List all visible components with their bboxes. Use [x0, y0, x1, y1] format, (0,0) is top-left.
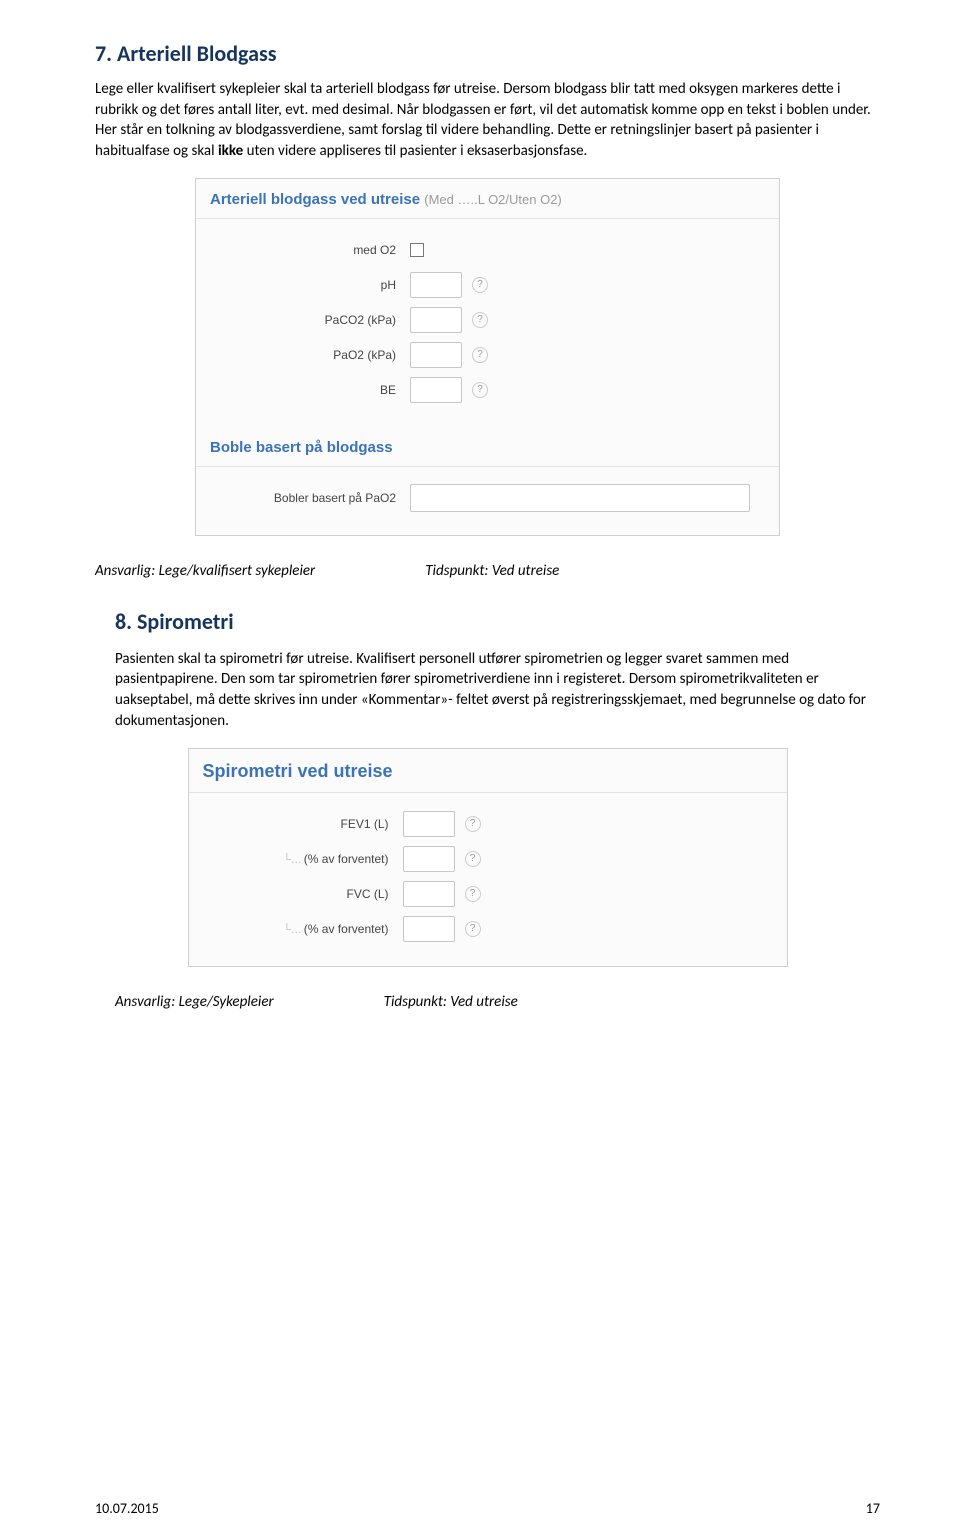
label-fvc: FVC (L): [203, 887, 403, 901]
section8-title: 8. Spirometri: [115, 608, 880, 635]
label-pao2: PaO2 (kPa): [210, 348, 410, 362]
help-icon[interactable]: ?: [472, 312, 488, 328]
spirometri-panel: Spirometri ved utreise FEV1 (L) ? └…(% a…: [188, 748, 788, 967]
row-fvc-pct: └…(% av forventet) ?: [203, 915, 773, 943]
row-be: BE ?: [210, 376, 765, 404]
row-fev1: FEV1 (L) ?: [203, 810, 773, 838]
row-med-o2: med O2: [210, 236, 765, 264]
row-fev1-pct: └…(% av forventet) ?: [203, 845, 773, 873]
blodgass-panel: Arteriell blodgass ved utreise (Med …..L…: [195, 178, 780, 536]
help-icon[interactable]: ?: [465, 886, 481, 902]
row-paco2: PaCO2 (kPa) ?: [210, 306, 765, 334]
label-fev1-pct-text: (% av forventet): [304, 852, 389, 866]
row-pao2: PaO2 (kPa) ?: [210, 341, 765, 369]
boble-subsection-title: Boble basert på blodgass: [196, 427, 779, 467]
page-footer: 10.07.2015 17: [95, 1500, 880, 1517]
row-ph: pH ?: [210, 271, 765, 299]
tree-glyph: └…: [283, 854, 302, 866]
blodgass-panel-title: Arteriell blodgass ved utreise (Med …..L…: [196, 179, 779, 219]
help-icon[interactable]: ?: [465, 816, 481, 832]
blodgass-panel-body: med O2 pH ? PaCO2 (kPa) ? PaO2 (kPa) ? B…: [196, 219, 779, 427]
spirometri-panel-body: FEV1 (L) ? └…(% av forventet) ? FVC (L) …: [189, 793, 787, 966]
input-fvc[interactable]: [403, 881, 455, 907]
input-bobler[interactable]: [410, 484, 750, 512]
para-text-c: uten videre appliseres til pasienter i e…: [243, 142, 587, 160]
section7-resp-row: Ansvarlig: Lege/kvalifisert sykepleier T…: [95, 562, 880, 580]
input-ph[interactable]: [410, 272, 462, 298]
input-fev1[interactable]: [403, 811, 455, 837]
section7-time: Tidspunkt: Ved utreise: [425, 562, 559, 580]
panel-title-main: Arteriell blodgass ved utreise: [210, 191, 420, 208]
row-bobler: Bobler basert på PaO2: [210, 484, 765, 512]
section8-resp-row: Ansvarlig: Lege/Sykepleier Tidspunkt: Ve…: [115, 993, 880, 1011]
help-icon[interactable]: ?: [472, 277, 488, 293]
help-icon[interactable]: ?: [465, 921, 481, 937]
label-fev1: FEV1 (L): [203, 817, 403, 831]
help-icon[interactable]: ?: [472, 382, 488, 398]
section8-resp: Ansvarlig: Lege/Sykepleier: [115, 993, 274, 1011]
input-fev1-pct[interactable]: [403, 846, 455, 872]
section7-title: 7. Arteriell Blodgass: [95, 40, 880, 67]
label-fev1-pct: └…(% av forventet): [203, 852, 403, 866]
footer-date: 10.07.2015: [95, 1500, 159, 1517]
section8-time: Tidspunkt: Ved utreise: [384, 993, 518, 1011]
input-paco2[interactable]: [410, 307, 462, 333]
input-be[interactable]: [410, 377, 462, 403]
section7-paragraph: Lege eller kvalifisert sykepleier skal t…: [95, 79, 880, 162]
input-fvc-pct[interactable]: [403, 916, 455, 942]
boble-panel-body: Bobler basert på PaO2: [196, 467, 779, 535]
section8-paragraph: Pasienten skal ta spirometri før utreise…: [115, 649, 880, 732]
input-pao2[interactable]: [410, 342, 462, 368]
help-icon[interactable]: ?: [472, 347, 488, 363]
label-bobler: Bobler basert på PaO2: [210, 491, 410, 505]
section7-resp: Ansvarlig: Lege/kvalifisert sykepleier: [95, 562, 315, 580]
panel-title-subtitle: (Med …..L O2/Uten O2): [424, 192, 562, 207]
label-fvc-pct: └…(% av forventet): [203, 922, 403, 936]
label-fvc-pct-text: (% av forventet): [304, 922, 389, 936]
checkbox-med-o2[interactable]: [410, 243, 424, 257]
footer-page-number: 17: [866, 1500, 880, 1517]
para-text-bold: ikke: [218, 142, 243, 160]
help-icon[interactable]: ?: [465, 851, 481, 867]
spirometri-panel-title: Spirometri ved utreise: [189, 749, 787, 793]
label-paco2: PaCO2 (kPa): [210, 313, 410, 327]
label-be: BE: [210, 383, 410, 397]
tree-glyph: └…: [283, 924, 302, 936]
label-med-o2: med O2: [210, 243, 410, 257]
row-fvc: FVC (L) ?: [203, 880, 773, 908]
label-ph: pH: [210, 278, 410, 292]
